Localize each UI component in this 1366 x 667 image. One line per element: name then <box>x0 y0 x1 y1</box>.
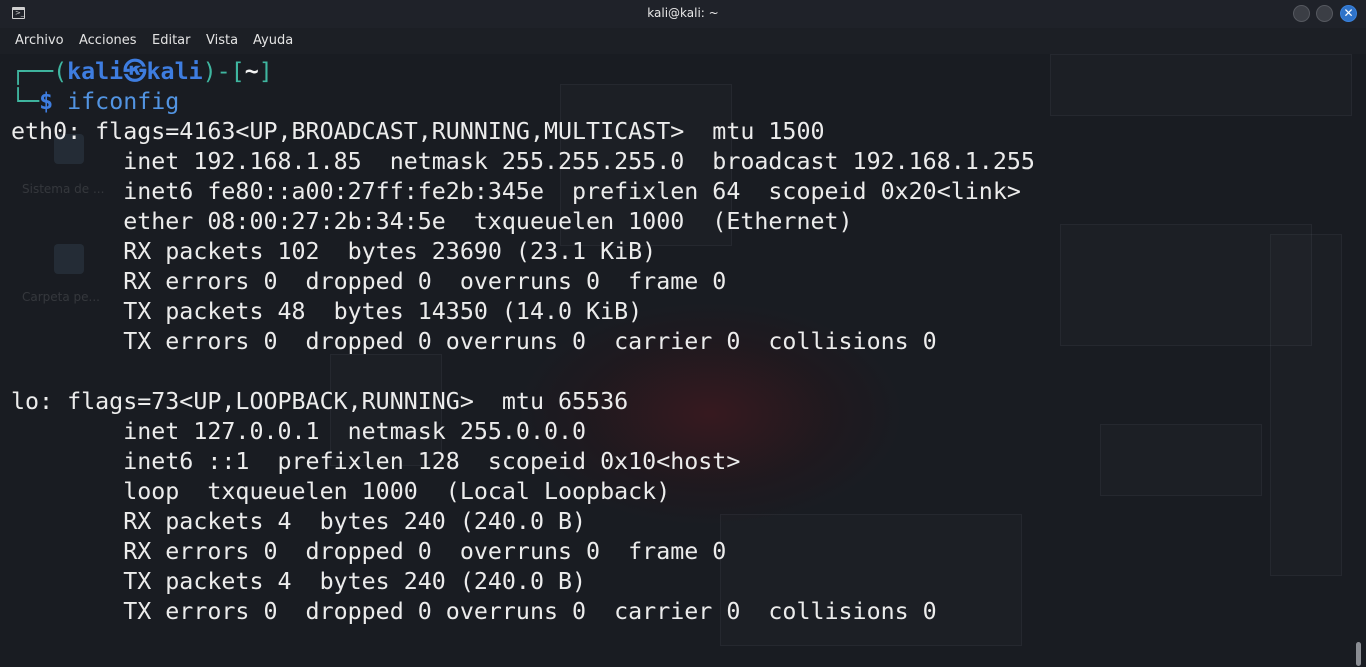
prompt-dollar: $ <box>39 88 54 115</box>
menu-ayuda[interactable]: Ayuda <box>253 33 293 48</box>
close-icon: ✕ <box>1343 6 1354 20</box>
output-line: ether 08:00:27:2b:34:5e txqueuelen 1000 … <box>11 208 853 235</box>
output-line: RX errors 0 dropped 0 overruns 0 frame 0 <box>11 268 727 295</box>
maximize-button[interactable] <box>1316 5 1333 22</box>
minimize-button[interactable] <box>1293 5 1310 22</box>
prompt-close-bracket: ] <box>258 58 273 85</box>
scrollbar-thumb[interactable] <box>1356 642 1361 666</box>
title-bar[interactable]: >_ kali@kali: ~ ✕ <box>0 0 1366 28</box>
output-line: inet6 ::1 prefixlen 128 scopeid 0x10<hos… <box>11 448 741 475</box>
output-line: TX errors 0 dropped 0 overruns 0 carrier… <box>11 328 937 355</box>
output-line: inet 192.168.1.85 netmask 255.255.255.0 … <box>11 148 1035 175</box>
menu-vista[interactable]: Vista <box>206 33 238 48</box>
output-line: TX errors 0 dropped 0 overruns 0 carrier… <box>11 598 937 625</box>
output-line: loop txqueuelen 1000 (Local Loopback) <box>11 478 671 505</box>
window-title: kali@kali: ~ <box>647 6 719 20</box>
output-line: RX errors 0 dropped 0 overruns 0 frame 0 <box>11 538 727 565</box>
prompt-corner-bottom: └─ <box>11 88 40 115</box>
terminal-scrollbar[interactable] <box>1352 54 1366 667</box>
prompt-close-paren: )-[ <box>202 58 245 85</box>
prompt-line-1: ┌──(kali㉿kali)-[~] <box>11 57 273 87</box>
output-line: RX packets 4 bytes 240 (240.0 B) <box>11 508 587 535</box>
command-text: ifconfig <box>67 88 180 115</box>
output-line: RX packets 102 bytes 23690 (23.1 KiB) <box>11 238 657 265</box>
prompt-user: kali <box>67 58 124 85</box>
prompt-host: kali <box>146 58 203 85</box>
close-button[interactable]: ✕ <box>1340 5 1357 22</box>
output-line: TX packets 4 bytes 240 (240.0 B) <box>11 568 587 595</box>
output-line: inet 127.0.0.1 netmask 255.0.0.0 <box>11 418 587 445</box>
prompt-line-2: └─$ ifconfig <box>11 87 179 117</box>
terminal-output-area[interactable]: ┌──(kali㉿kali)-[~] └─$ ifconfig eth0: fl… <box>0 54 1350 667</box>
output-line: eth0: flags=4163<UP,BROADCAST,RUNNING,MU… <box>11 118 825 145</box>
prompt-at-symbol: ㉿ <box>123 58 147 85</box>
prompt-cwd: ~ <box>244 58 259 85</box>
prompt-corner-top: ┌──( <box>11 58 68 85</box>
menu-archivo[interactable]: Archivo <box>15 33 64 48</box>
terminal-window: Sistema de ... Carpeta pe... >_ kali@kal… <box>0 0 1366 667</box>
output-line: inet6 fe80::a00:27ff:fe2b:345e prefixlen… <box>11 178 1021 205</box>
menu-editar[interactable]: Editar <box>152 33 191 48</box>
menu-acciones[interactable]: Acciones <box>79 33 137 48</box>
output-line: lo: flags=73<UP,LOOPBACK,RUNNING> mtu 65… <box>11 388 629 415</box>
menu-bar: Archivo Acciones Editar Vista Ayuda <box>0 28 1366 54</box>
output-line: TX packets 48 bytes 14350 (14.0 KiB) <box>11 298 643 325</box>
